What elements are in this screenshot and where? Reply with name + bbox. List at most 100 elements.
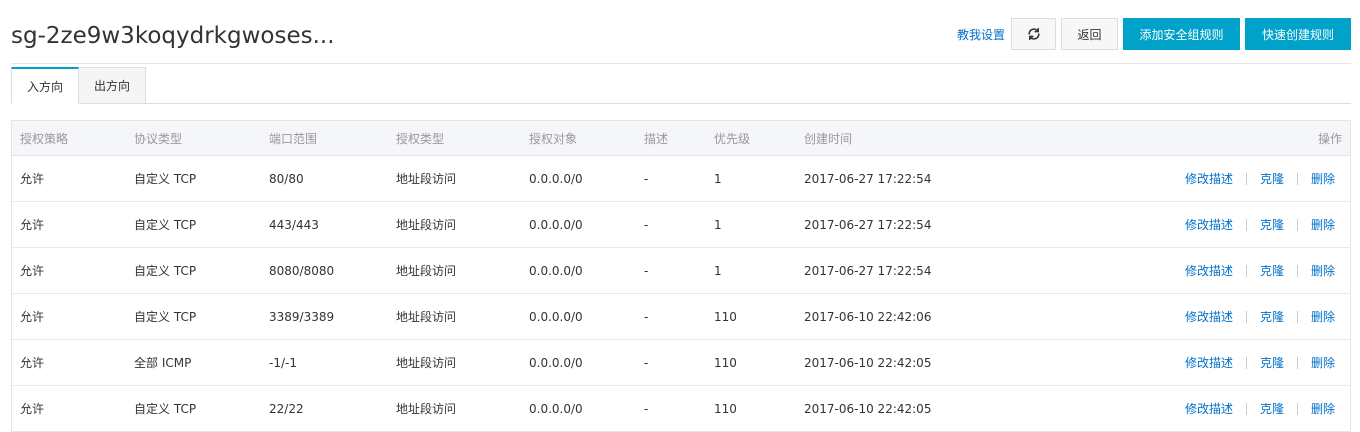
delete-link[interactable]: 删除 xyxy=(1311,170,1335,187)
cell-policy: 允许 xyxy=(20,310,45,324)
edit-description-link[interactable]: 修改描述 xyxy=(1185,308,1233,325)
table-row: 允许 自定义 TCP 8080/8080 地址段访问 0.0.0.0/0 - 1… xyxy=(12,248,1350,294)
action-separator xyxy=(1296,218,1298,231)
clone-link[interactable]: 克隆 xyxy=(1260,262,1284,279)
col-auth-target: 授权对象 xyxy=(529,131,578,146)
table-row: 允许 自定义 TCP 3389/3389 地址段访问 0.0.0.0/0 - 1… xyxy=(12,294,1350,340)
action-separator xyxy=(1245,218,1247,231)
cell-ports: 443/443 xyxy=(269,217,319,232)
cell-auth-type: 地址段访问 xyxy=(396,356,457,370)
cell-protocol: 自定义 TCP xyxy=(134,310,197,324)
refresh-button[interactable] xyxy=(1011,18,1056,50)
cell-protocol: 自定义 TCP xyxy=(134,264,197,278)
cell-description: - xyxy=(644,355,649,370)
row-actions: 修改描述 克隆 删除 xyxy=(1185,386,1335,431)
delete-link[interactable]: 删除 xyxy=(1311,400,1335,417)
cell-auth-type: 地址段访问 xyxy=(396,402,457,416)
clone-link[interactable]: 克隆 xyxy=(1260,400,1284,417)
cell-priority: 110 xyxy=(714,401,737,416)
cell-policy: 允许 xyxy=(20,402,45,416)
cell-target: 0.0.0.0/0 xyxy=(529,355,583,370)
clone-link[interactable]: 克隆 xyxy=(1260,216,1284,233)
action-separator xyxy=(1296,310,1298,323)
tab-inbound[interactable]: 入方向 xyxy=(11,67,80,104)
edit-description-link[interactable]: 修改描述 xyxy=(1185,216,1233,233)
cell-auth-type: 地址段访问 xyxy=(396,264,457,278)
cell-description: - xyxy=(644,263,649,278)
cell-policy: 允许 xyxy=(20,218,45,232)
action-separator xyxy=(1296,264,1298,277)
edit-description-link[interactable]: 修改描述 xyxy=(1185,400,1233,417)
clone-link[interactable]: 克隆 xyxy=(1260,170,1284,187)
cell-description: - xyxy=(644,401,649,416)
delete-link[interactable]: 删除 xyxy=(1311,216,1335,233)
clone-link[interactable]: 克隆 xyxy=(1260,354,1284,371)
cell-target: 0.0.0.0/0 xyxy=(529,263,583,278)
table-row: 允许 全部 ICMP -1/-1 地址段访问 0.0.0.0/0 - 110 2… xyxy=(12,340,1350,386)
cell-priority: 110 xyxy=(714,355,737,370)
cell-protocol: 自定义 TCP xyxy=(134,218,197,232)
page-title: sg-2ze9w3koqydrkgwoses... xyxy=(11,23,335,49)
cell-priority: 110 xyxy=(714,309,737,324)
edit-description-link[interactable]: 修改描述 xyxy=(1185,354,1233,371)
row-actions: 修改描述 克隆 删除 xyxy=(1185,340,1335,385)
cell-protocol: 自定义 TCP xyxy=(134,402,197,416)
edit-description-link[interactable]: 修改描述 xyxy=(1185,170,1233,187)
cell-ports: 80/80 xyxy=(269,171,304,186)
quick-create-rule-button[interactable]: 快速创建规则 xyxy=(1245,18,1351,50)
col-priority: 优先级 xyxy=(714,131,751,146)
delete-link[interactable]: 删除 xyxy=(1311,354,1335,371)
cell-ports: 8080/8080 xyxy=(269,263,335,278)
tabs-divider xyxy=(11,103,1351,104)
cell-description: - xyxy=(644,217,649,232)
add-security-rule-button[interactable]: 添加安全组规则 xyxy=(1123,18,1240,50)
action-separator xyxy=(1296,402,1298,415)
action-separator xyxy=(1245,356,1247,369)
col-protocol: 协议类型 xyxy=(134,131,183,146)
col-auth-type: 授权类型 xyxy=(396,131,445,146)
delete-link[interactable]: 删除 xyxy=(1311,308,1335,325)
cell-priority: 1 xyxy=(714,217,722,232)
delete-link[interactable]: 删除 xyxy=(1311,262,1335,279)
toolbar: 教我设置 返回 添加安全组规则 快速创建规则 xyxy=(957,18,1351,50)
cell-priority: 1 xyxy=(714,171,722,186)
col-port-range: 端口范围 xyxy=(269,131,318,146)
edit-description-link[interactable]: 修改描述 xyxy=(1185,262,1233,279)
clone-link[interactable]: 克隆 xyxy=(1260,308,1284,325)
col-description: 描述 xyxy=(644,131,669,146)
tab-outbound[interactable]: 出方向 xyxy=(79,67,147,104)
cell-target: 0.0.0.0/0 xyxy=(529,401,583,416)
refresh-icon xyxy=(1027,27,1040,41)
cell-auth-type: 地址段访问 xyxy=(396,310,457,324)
col-created-time: 创建时间 xyxy=(804,131,853,146)
cell-target: 0.0.0.0/0 xyxy=(529,171,583,186)
cell-policy: 允许 xyxy=(20,172,45,186)
cell-created: 2017-06-10 22:42:06 xyxy=(804,309,932,324)
cell-created: 2017-06-10 22:42:05 xyxy=(804,355,932,370)
teach-me-link[interactable]: 教我设置 xyxy=(957,26,1005,43)
rules-table: 授权策略 协议类型 端口范围 授权类型 授权对象 描述 优先级 创建时间 操作 … xyxy=(11,120,1351,432)
cell-target: 0.0.0.0/0 xyxy=(529,309,583,324)
cell-auth-type: 地址段访问 xyxy=(396,218,457,232)
row-actions: 修改描述 克隆 删除 xyxy=(1185,248,1335,293)
row-actions: 修改描述 克隆 删除 xyxy=(1185,294,1335,339)
row-actions: 修改描述 克隆 删除 xyxy=(1185,156,1335,201)
table-row: 允许 自定义 TCP 80/80 地址段访问 0.0.0.0/0 - 1 201… xyxy=(12,156,1350,202)
title-divider xyxy=(11,63,1351,64)
action-separator xyxy=(1245,402,1247,415)
cell-protocol: 全部 ICMP xyxy=(134,356,192,370)
cell-policy: 允许 xyxy=(20,356,45,370)
cell-auth-type: 地址段访问 xyxy=(396,172,457,186)
back-button[interactable]: 返回 xyxy=(1061,18,1118,50)
cell-protocol: 自定义 TCP xyxy=(134,172,197,186)
cell-policy: 允许 xyxy=(20,264,45,278)
cell-priority: 1 xyxy=(714,263,722,278)
col-actions: 操作 xyxy=(1317,131,1342,146)
action-separator xyxy=(1296,172,1298,185)
cell-ports: -1/-1 xyxy=(269,355,297,370)
col-auth-policy: 授权策略 xyxy=(20,131,69,146)
cell-description: - xyxy=(644,309,649,324)
direction-tabs: 入方向 出方向 xyxy=(11,67,147,104)
table-row: 允许 自定义 TCP 443/443 地址段访问 0.0.0.0/0 - 1 2… xyxy=(12,202,1350,248)
action-separator xyxy=(1245,310,1247,323)
